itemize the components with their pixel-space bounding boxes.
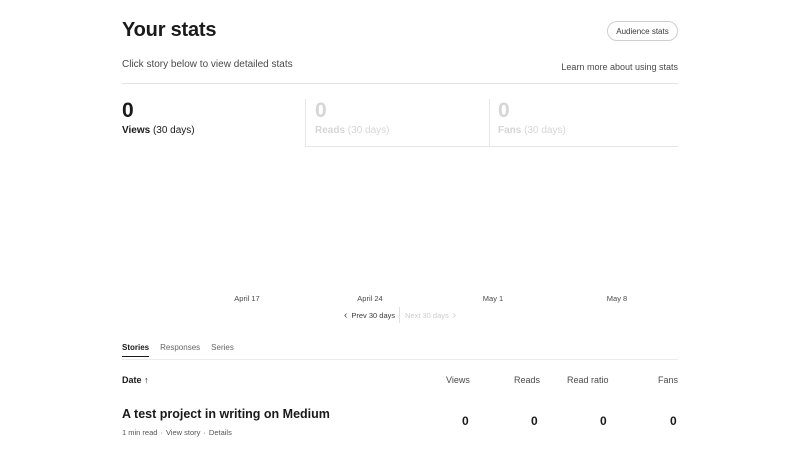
prev-30-days-button[interactable]: ‹ Prev 30 days [340,310,395,321]
tabs-divider [122,359,678,360]
tab-stories[interactable]: Stories [122,343,150,357]
column-header-date[interactable]: Date ↑ [122,375,149,385]
learn-more-link[interactable]: Learn more about using stats [561,62,678,72]
stat-views-period: (30 days) [152,125,195,136]
page-subtitle: Click story below to view detailed stats [122,59,293,70]
next-30-days-label: Next 30 days [405,311,449,320]
chart-date-label: May 8 [606,294,628,303]
column-header-date-label: Date [122,375,142,385]
next-30-days-button: Next 30 days › [405,310,460,321]
stat-views-value: 0 [122,99,134,122]
story-meta: 1 min read · View story · Details [122,428,232,437]
chart-date-label: May 1 [482,294,504,303]
view-story-link[interactable]: View story [166,428,200,437]
stat-fans-value: 0 [498,99,510,122]
story-views-value: 0 [462,414,469,428]
stat-views-label-name: Views [122,125,151,136]
column-header-views: Views [446,375,470,385]
tab-responses[interactable]: Responses [160,343,200,357]
stat-views[interactable]: 0 Views (30 days) [122,98,195,136]
details-link[interactable]: Details [209,428,232,437]
story-read-ratio-value: 0 [600,414,607,428]
stat-fans-period: (30 days) [524,125,566,136]
story-read-time: 1 min read [122,428,158,437]
story-reads-value: 0 [531,414,538,428]
pager-divider [399,307,400,323]
stat-fans-label-name: Fans [498,125,522,136]
tab-series[interactable]: Series [211,343,234,357]
column-header-read-ratio: Read ratio [567,375,609,385]
chart-date-label: April 24 [357,294,383,303]
stat-reads-label: Reads (30 days) [315,125,389,136]
prev-30-days-label: Prev 30 days [351,311,396,320]
stat-reads-period: (30 days) [347,125,390,136]
stat-reads-label-name: Reads [315,125,346,136]
chart-date-label: April 17 [234,294,260,303]
stat-fans-label: Fans (30 days) [498,125,566,136]
page-title: Your stats [122,19,217,41]
header-divider [122,83,678,84]
meta-separator: · [160,428,163,437]
story-fans-value: 0 [670,414,677,428]
stat-views-label: Views (30 days) [122,125,195,136]
column-header-reads: Reads [514,375,541,385]
audience-stats-button[interactable]: Audience stats [607,21,678,41]
chevron-right-icon: › [452,310,457,321]
chevron-left-icon: ‹ [344,310,348,321]
story-title[interactable]: A test project in writing on Medium [122,407,330,421]
stat-fans[interactable]: 0 Fans (30 days) [498,98,566,136]
stat-reads-value: 0 [315,99,327,122]
column-header-fans: Fans [658,375,679,385]
sort-arrow-up-icon: ↑ [144,375,149,385]
meta-separator: · [203,428,206,437]
tab-bar: Stories Responses Series [122,343,234,357]
stat-reads[interactable]: 0 Reads (30 days) [315,98,389,136]
